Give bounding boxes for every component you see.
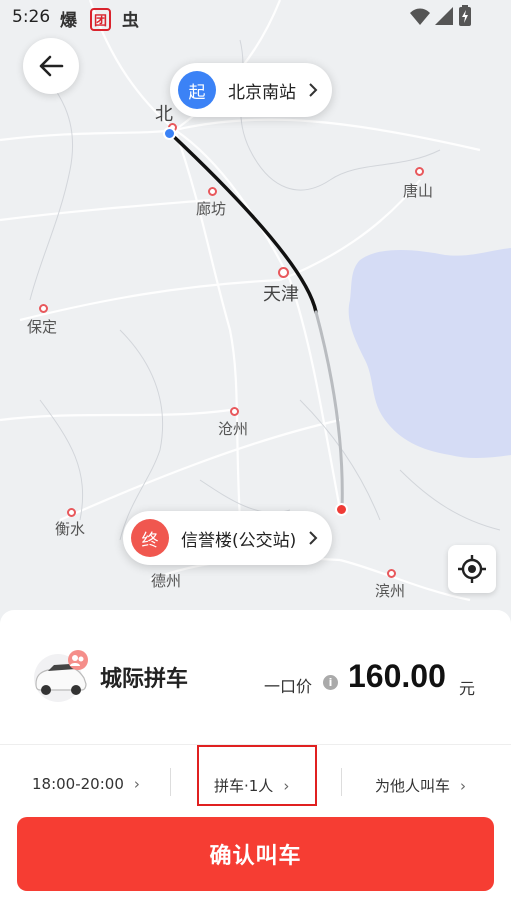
- confirm-call-button[interactable]: 确认叫车: [17, 817, 494, 891]
- city-marker-langfang: [208, 187, 217, 196]
- departure-time-option[interactable]: 18:00-20:00 ›: [32, 775, 140, 793]
- city-label-tangshan: 唐山: [403, 182, 434, 200]
- app-notification-icon: 爆: [60, 11, 77, 31]
- city-marker-cangzhou: [230, 407, 239, 416]
- city-label-hengshui: 衡水: [55, 520, 86, 538]
- end-location-pill[interactable]: 终 信誉楼(公交站): [123, 511, 333, 565]
- call-for-others-option[interactable]: 为他人叫车 ›: [375, 775, 466, 796]
- battery-icon: [459, 5, 471, 26]
- chevron-right-icon: [309, 531, 318, 545]
- divider: [170, 768, 171, 796]
- divider: [341, 768, 342, 796]
- city-marker-hengshui: [67, 508, 76, 517]
- start-badge: 起: [178, 71, 216, 109]
- city-label-binzhou: 滨州: [375, 582, 406, 600]
- city-marker-binzhou: [387, 569, 396, 578]
- wifi-icon: [410, 8, 430, 25]
- app-notification-icon: 虫: [122, 11, 139, 31]
- city-label-tianjin: 天津: [263, 284, 299, 305]
- end-point-marker: [335, 503, 348, 516]
- signal-icon: [435, 7, 453, 25]
- city-label-langfang: 廊坊: [196, 200, 227, 218]
- city-label-dezhou: 德州: [151, 572, 182, 590]
- selection-highlight-box: [197, 745, 317, 806]
- city-marker-tangshan: [415, 167, 424, 176]
- city-label-baoding: 保定: [27, 318, 58, 336]
- locate-me-button[interactable]: [448, 545, 496, 593]
- city-marker-baoding: [39, 304, 48, 313]
- chevron-right-icon: ›: [133, 775, 140, 793]
- price-unit: 元: [459, 679, 476, 698]
- city-marker-tianjin: [278, 267, 289, 278]
- end-badge: 终: [131, 519, 169, 557]
- city-label-beijing: 北: [155, 104, 173, 125]
- start-location-label: 北京南站: [228, 82, 296, 103]
- info-icon[interactable]: i: [323, 675, 338, 690]
- arrow-left-icon: [39, 55, 64, 77]
- price-value: 160.00: [348, 658, 446, 694]
- departure-time-label: 18:00-20:00: [32, 775, 124, 793]
- chevron-right-icon: ›: [460, 777, 467, 795]
- call-for-others-label: 为他人叫车: [375, 777, 451, 795]
- start-location-pill[interactable]: 起 北京南站: [170, 63, 332, 117]
- chevron-right-icon: [309, 83, 318, 97]
- back-button[interactable]: [23, 38, 79, 94]
- status-time: 5:26: [12, 7, 51, 27]
- service-name: 城际拼车: [100, 667, 189, 692]
- price-label: 一口价: [264, 677, 313, 696]
- end-location-label: 信誉楼(公交站): [181, 530, 297, 551]
- status-bar: 5:26 爆 团 虫: [0, 0, 511, 36]
- app-notification-icon: 团: [90, 8, 112, 31]
- start-point-marker: [163, 127, 176, 140]
- city-label-cangzhou: 沧州: [218, 420, 249, 438]
- car-icon: [34, 650, 88, 702]
- crosshair-icon: [458, 555, 486, 583]
